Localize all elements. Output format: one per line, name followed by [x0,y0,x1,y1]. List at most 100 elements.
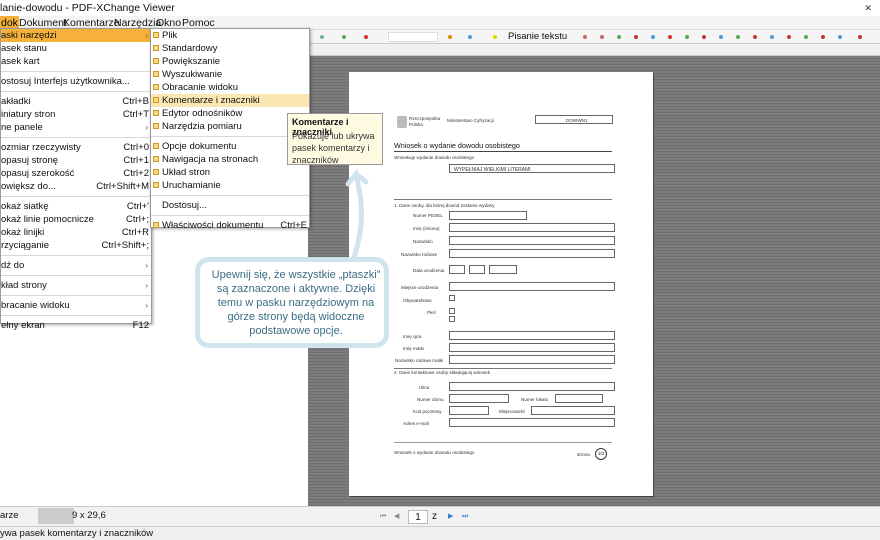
doc-heading: Wniosek o wydanie dowodu osobistego [394,141,520,150]
status-text: ywa pasek komentarzy i znaczników [0,528,154,539]
menu-item-label: okaż linie pomocnicze [1,214,94,225]
view-menu-item[interactable]: opasuj szerokość Ctrl+2 [1,167,151,180]
tool-icon[interactable] [719,35,723,39]
view-menu-item[interactable]: kład strony › [1,279,151,292]
callout-arrow [345,168,369,267]
menu-item-shortcut: Ctrl+0 [123,142,149,153]
view-menu-item[interactable]: ełny ekran F12 [1,319,151,332]
doc-footer-left: Wniosek o wydanie dowodu osobistego [394,450,475,455]
menu-item-label: ostosuj Interfejs użytkownika... [1,76,130,87]
view-menu: aski narzędzi › asek stanu asek kart ostosuj… [0,28,152,331]
view-menu-item[interactable]: okaż siatkę Ctrl+' [1,200,151,213]
view-menu-item[interactable]: aski narzędzi › [1,29,151,42]
last-page-icon[interactable]: ⏭ [462,510,468,524]
checkmark-icon [153,58,159,64]
view-menu-item[interactable]: ne panele › [1,121,151,134]
tool-icon[interactable] [770,35,774,39]
submenu-arrow-icon: › [145,281,148,290]
toolbar-toggle-item[interactable]: Właściwości dokumentu Ctrl+E [151,219,309,232]
tool-icon[interactable] [320,35,324,39]
menu-item-label: asek kart [1,56,40,67]
next-page-icon[interactable]: ▶ [448,510,453,524]
view-menu-item[interactable]: asek stanu [1,42,151,55]
view-menu-item[interactable]: asek kart [1,55,151,68]
pdf-page[interactable]: Rzeczpospolita Polska Ministerstwo Cyfry… [349,72,653,496]
tool-icon[interactable] [668,35,672,39]
view-menu-item[interactable]: iniatury stron Ctrl+T [1,108,151,121]
tool-icon[interactable] [804,35,808,39]
menu-separator [1,315,151,316]
tool-icon[interactable] [468,35,472,39]
page-number-input[interactable]: 1 [408,510,428,524]
checkmark-icon [153,222,159,228]
doc-field-label: Kod pocztowy [413,409,442,414]
tool-icon[interactable] [651,35,655,39]
tool-icon[interactable] [342,35,346,39]
horizontal-ruler [308,44,880,56]
tool-icon[interactable] [634,35,638,39]
doc-field-label: Obywatelstwo [403,298,432,303]
toolbar-toggle-item[interactable]: Powiększanie [151,55,309,68]
zoom-input[interactable] [388,32,438,42]
tool-icon[interactable] [600,35,604,39]
doc-rule [394,151,612,152]
view-menu-item[interactable]: okaż linijki Ctrl+R [1,226,151,239]
menu-item-label: Plik [162,30,178,41]
toolbar-toggle-item[interactable]: Narzędzia pomiaru [151,120,309,133]
menu-item-label: opasuj szerokość [1,168,75,179]
tool-icon[interactable] [736,35,740,39]
view-menu-item[interactable]: rzyciąganie Ctrl+Shift+; [1,239,151,252]
menu-item-label: Obracanie widoku [162,82,239,93]
doc-field-label: Ulica [419,385,430,390]
checkmark-icon [153,110,159,116]
toolbar-toggle-item[interactable]: Uruchamianie [151,179,309,192]
first-page-icon[interactable]: ⏮ [380,510,386,524]
doc-org: Rzeczpospolita Polska [409,116,441,127]
typewriter-tool[interactable]: Pisanie tekstu [508,30,567,44]
doc-field-box [449,343,615,352]
view-menu-item[interactable]: dź do › [1,259,151,272]
toolbar-toggle-item[interactable]: Obracanie widoku [151,81,309,94]
view-menu-item[interactable]: ostosuj Interfejs użytkownika... [1,75,151,88]
doc-field-label: Imię (imiona) [413,226,440,231]
tool-icon[interactable] [685,35,689,39]
view-menu-item[interactable]: ozmiar rzeczywisty Ctrl+0 [1,141,151,154]
close-icon[interactable]: ✕ [864,0,872,16]
tool-icon[interactable] [364,35,368,39]
tool-icon[interactable] [583,35,587,39]
menu-item-shortcut: Ctrl+E [280,220,307,231]
doc-checkbox [449,295,455,301]
tool-icon[interactable] [617,35,621,39]
menu-item-label: Nawigacja na stronach [162,154,259,165]
menu-separator [151,215,309,216]
tool-icon[interactable] [702,35,706,39]
tool-icon[interactable] [753,35,757,39]
doc-page-badge: 1/3 [595,448,607,460]
doc-rule [394,368,612,369]
menu-separator [1,196,151,197]
view-menu-item[interactable]: opasuj stronę Ctrl+1 [1,154,151,167]
tool-icon[interactable] [858,35,862,39]
tool-icon[interactable] [448,35,452,39]
view-menu-item[interactable]: bracanie widoku › [1,299,151,312]
toolbar-toggle-item[interactable]: Plik [151,29,309,42]
note-icon[interactable] [493,35,497,39]
tool-icon[interactable] [838,35,842,39]
prev-page-icon[interactable]: ◀ [394,510,399,524]
toolbar-toggle-item[interactable]: Opcje dokumentu [151,140,309,153]
menu-item-shortcut: Ctrl+' [126,201,149,212]
view-menu-item[interactable]: akładki Ctrl+B [1,95,151,108]
toolbar-toggle-item[interactable]: Wyszukiwanie [151,68,309,81]
menu-item-label: Powiększanie [162,56,221,67]
toolbar-toggle-item[interactable]: Standardowy [151,42,309,55]
tool-icon[interactable] [821,35,825,39]
toolbar-toggle-item[interactable]: Dostosuj... [151,199,309,212]
toolbar-toggle-item[interactable]: Nawigacja na stronach [151,153,309,166]
toolbar-toggle-item[interactable]: Układ stron [151,166,309,179]
tool-icon[interactable] [787,35,791,39]
view-menu-item[interactable]: owiększ do... Ctrl+Shift+M [1,180,151,193]
view-menu-item[interactable]: okaż linie pomocnicze Ctrl+; [1,213,151,226]
toolbar-toggle-item[interactable]: Komentarze i znaczniki [151,94,309,107]
menu-item-label: Właściwości dokumentu [162,220,264,231]
toolbar-toggle-item[interactable]: Edytor odnośników [151,107,309,120]
